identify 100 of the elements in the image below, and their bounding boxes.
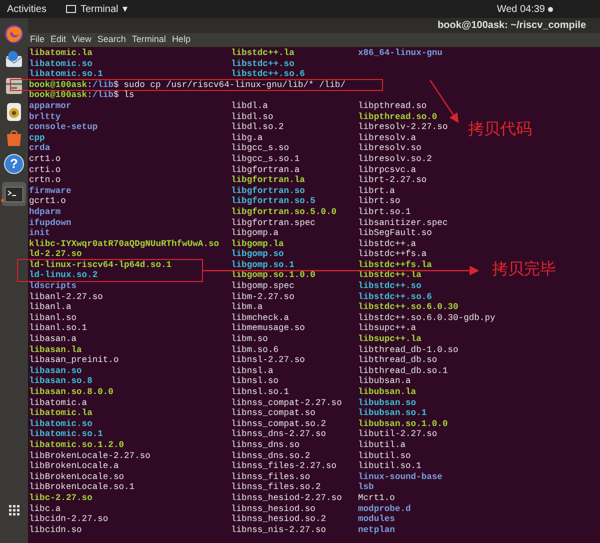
file-name: libm-2.27.so [231, 292, 294, 302]
file-name: libmemusage.so [231, 324, 305, 334]
terminal-icon [66, 5, 76, 13]
file-name: libasan_preinit.o [29, 356, 119, 365]
menu-item[interactable]: Terminal [132, 33, 166, 47]
file-name: libanl.a [29, 303, 72, 312]
menu-item[interactable]: File [30, 33, 45, 47]
file-name: libatomic.la [29, 49, 92, 58]
file-name: libatomic.so.1 [29, 430, 103, 439]
file-name: libutil-2.27.so [358, 430, 438, 439]
prompt-sign: $ [113, 80, 119, 90]
file-name: libnss_files-2.27.so [231, 462, 337, 471]
file-name: libasan.so.8.0.0 [29, 388, 114, 397]
file-name: libSegFault.so [358, 229, 432, 238]
directory-name: modules [358, 515, 395, 524]
directory-name: hdparm [29, 208, 61, 216]
file-name: libgomp.so [231, 250, 284, 259]
show-apps-icon[interactable] [9, 505, 20, 516]
directory-name: netplan [358, 526, 395, 534]
file-name: libstdc++.so [231, 60, 294, 68]
file-name: klibc-IYXwqr0atR70aQDgNUuRThfwUwA.so [29, 240, 220, 248]
command-text: sudo cp /usr/riscv64-linux-gnu/lib/* /lib/ [124, 80, 346, 90]
file-name: libBrokenLocale-2.27.so [29, 452, 150, 460]
menu-item[interactable]: View [72, 33, 92, 47]
file-name: libpthread.so [358, 102, 427, 111]
file-name: libnsl-2.27.so [231, 356, 305, 365]
file-name: libc.a [29, 504, 61, 514]
directory-name: ldscripts [29, 282, 77, 291]
file-name: libubsan.so [358, 398, 416, 408]
file-name: libgfortran.so [231, 186, 305, 196]
menu-item[interactable]: Help [172, 33, 190, 47]
activities-button[interactable]: Activities [7, 2, 46, 16]
bird-mail-icon[interactable] [4, 50, 24, 70]
file-name: crt1.o [29, 154, 61, 164]
file-name: libubsan.la [358, 388, 416, 397]
file-name: gcrt1.o [29, 197, 66, 206]
file-name: libc-2.27.so [29, 494, 92, 503]
running-indicator [1, 199, 4, 202]
file-name: libnss_hesiod-2.27.so [231, 494, 342, 503]
file-name: libatomic.so.1 [29, 70, 103, 79]
file-name: libatomic.so [29, 60, 92, 68]
file-name: libm.a [231, 303, 263, 312]
file-name: libubsan.so.1.0.0 [358, 420, 448, 428]
file-name: libstdc++.so.6 [358, 292, 432, 302]
file-name: libresolv.a [358, 134, 416, 142]
file-name: libasan.so.8 [29, 377, 92, 386]
annotation-label: 拷贝完毕 [492, 260, 556, 280]
file-name: libnss_compat-2.27.so [231, 398, 342, 408]
file-name: librt.so.1 [358, 208, 411, 216]
directory-name: init [29, 229, 50, 238]
file-name: libubsan.so.1 [358, 409, 427, 418]
speaker-icon[interactable] [4, 102, 24, 122]
file-name: libgomp.spec [231, 282, 294, 291]
directory-name: lsb [358, 483, 374, 492]
file-name: libstdc++fs.la [358, 260, 432, 270]
file-name: libatomic.la [29, 409, 92, 418]
annotation-label: 拷贝代码 [468, 120, 532, 140]
terminal-icon[interactable] [2, 182, 26, 206]
file-name: libnsl.so [231, 377, 279, 386]
file-name: libutil.so [358, 452, 411, 460]
file-name: libmcheck.a [231, 314, 290, 322]
prompt-user: book@100ask [29, 91, 88, 100]
file-name: libgfortran.spec [231, 218, 316, 228]
app-menu[interactable]: Terminal ▾ [66, 2, 128, 16]
help-icon[interactable]: ? [4, 154, 24, 174]
file-name: libatomic.a [29, 398, 88, 408]
file-name: libnss_hesiod.so.2 [231, 515, 326, 524]
file-name: libresolv.so.2 [358, 154, 432, 164]
file-name: libcidn-2.27.so [29, 515, 108, 524]
file-name: libgomp.so.1.0.0 [231, 271, 316, 280]
prompt-separator: : [87, 80, 92, 90]
prompt-path: /lib [92, 91, 114, 100]
file-name: libgcc_s.so [231, 144, 290, 153]
file-name: librt.so [358, 197, 400, 206]
file-name: libm.so.6 [231, 346, 279, 354]
file-name: libm.so [231, 335, 268, 344]
shopping-bag-icon[interactable] [4, 128, 24, 148]
file-name: libstdc++.so.6.0.30 [358, 303, 458, 312]
file-name: libubsan.a [358, 377, 411, 386]
directory-name: firmware [29, 186, 72, 196]
prompt-user: book@100ask [29, 80, 88, 90]
file-name: libstdc++.so.6.0.30-gdb.py [358, 314, 496, 322]
file-name: libnss_dns.so [231, 440, 300, 450]
file-name: libstdc++.so [358, 282, 422, 291]
file-name: librt.a [358, 186, 395, 196]
fox-globe-icon[interactable] [4, 24, 24, 44]
file-name: libgfortran.so.5 [231, 197, 316, 206]
file-name: libresolv-2.27.so [358, 123, 448, 132]
file-name: libgfortran.a [231, 166, 300, 174]
directory-name: modprobe.d [358, 504, 411, 514]
file-name: libutil.so.1 [358, 462, 422, 471]
file-name: crti.o [29, 166, 61, 174]
file-name: libstdc++.la [231, 49, 294, 58]
menu-item[interactable]: Edit [50, 33, 66, 47]
directory-name: crda [29, 144, 50, 153]
clock[interactable]: Wed 04:39 [496, 2, 545, 16]
file-name: librt-2.27.so [358, 176, 427, 185]
menu-item[interactable]: Search [97, 33, 126, 47]
file-name: libasan.la [29, 346, 82, 354]
file-name: libBrokenLocale.so.1 [29, 483, 135, 492]
